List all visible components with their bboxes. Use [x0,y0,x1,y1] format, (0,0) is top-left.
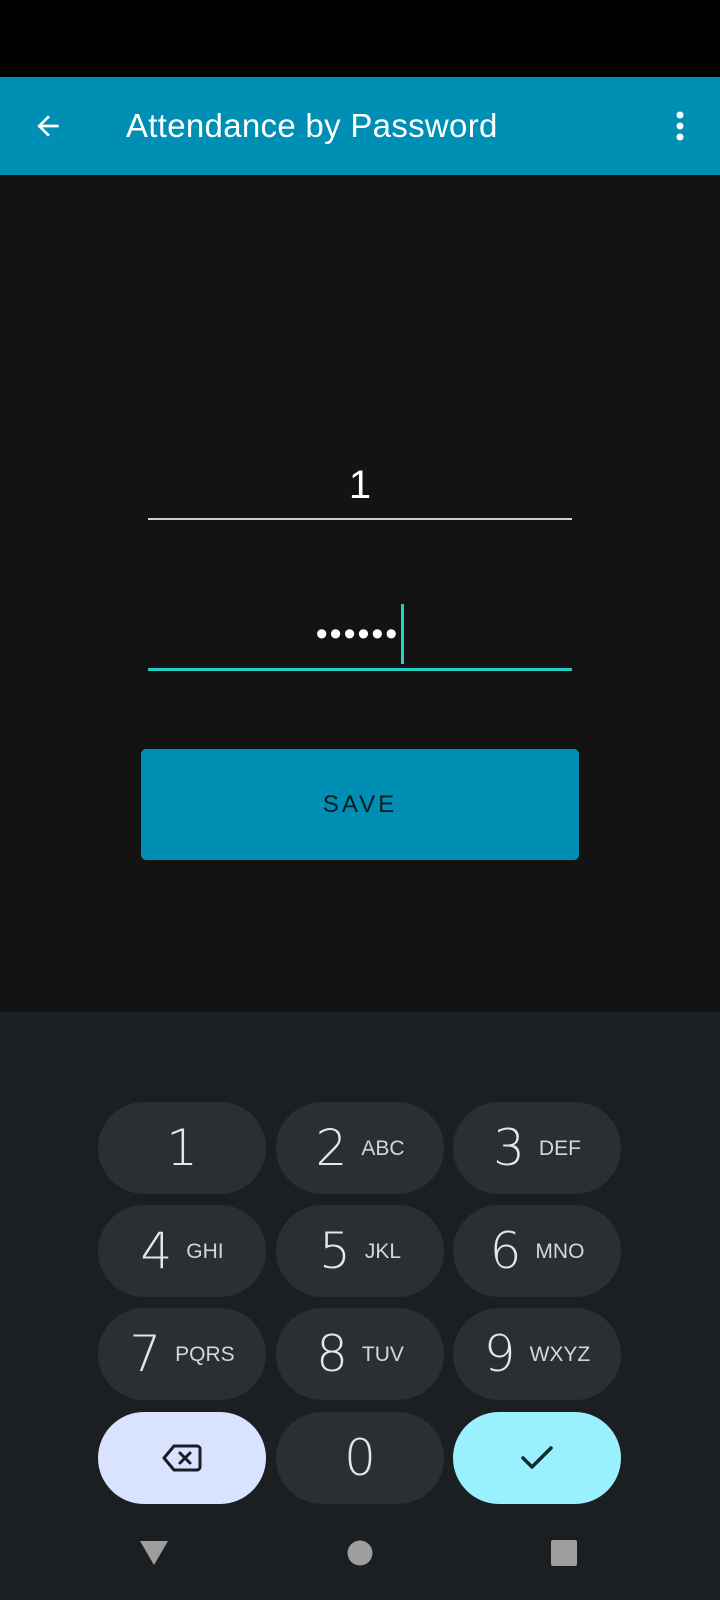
key-letters: TUV [361,1343,404,1366]
key-5[interactable]: 5 JKL [276,1205,444,1297]
key-0[interactable]: 0 [276,1412,444,1504]
more-options-button[interactable] [656,101,704,151]
app-bar: Attendance by Password [0,77,720,175]
key-letters: GHI [186,1240,224,1263]
password-field[interactable]: •••••• [148,600,572,671]
backspace-key[interactable] [98,1412,266,1504]
key-digit: 6 [489,1222,522,1280]
nav-recents-icon [551,1540,577,1566]
key-digit: 9 [483,1325,516,1383]
back-button[interactable] [20,101,76,151]
key-digit: 0 [344,1429,376,1487]
page-title: Attendance by Password [126,107,498,144]
key-7[interactable]: 7 PQRS [98,1308,266,1400]
arrow-back-icon [37,115,59,137]
key-digit: 1 [166,1119,198,1177]
username-field[interactable]: 1 [148,455,572,520]
key-digit: 4 [140,1222,173,1280]
status-bar [0,0,720,77]
username-value: 1 [348,463,372,507]
backspace-icon [162,1444,202,1472]
key-digit: 5 [319,1222,351,1280]
key-digit: 3 [493,1119,525,1177]
nav-home-icon [347,1540,373,1566]
key-letters: WXYZ [529,1343,591,1366]
key-4[interactable]: 4 GHI [98,1205,266,1297]
key-9[interactable]: 9 WXYZ [453,1308,621,1400]
nav-back-button[interactable] [124,1528,184,1578]
key-digit: 2 [315,1119,348,1177]
nav-home-button[interactable] [330,1528,390,1578]
more-vert-icon [676,111,684,141]
password-value: •••••• [315,615,400,653]
key-letters: DEF [538,1137,581,1160]
key-letters: PQRS [175,1343,235,1366]
nav-back-icon [140,1541,168,1565]
key-digit: 8 [316,1325,348,1383]
key-3[interactable]: 3 DEF [453,1102,621,1194]
key-6[interactable]: 6 MNO [453,1205,621,1297]
key-2[interactable]: 2 ABC [276,1102,444,1194]
done-key[interactable] [453,1412,621,1504]
system-nav-bar [0,1508,720,1600]
nav-recents-button[interactable] [534,1528,594,1578]
text-cursor [401,604,405,664]
save-button[interactable]: SAVE [141,749,579,860]
key-letters: ABC [361,1137,405,1160]
key-letters: JKL [364,1240,401,1263]
check-icon [521,1446,553,1469]
key-digit: 7 [129,1325,162,1383]
key-1[interactable]: 1 [98,1102,266,1194]
key-letters: MNO [535,1240,585,1263]
key-8[interactable]: 8 TUV [276,1308,444,1400]
